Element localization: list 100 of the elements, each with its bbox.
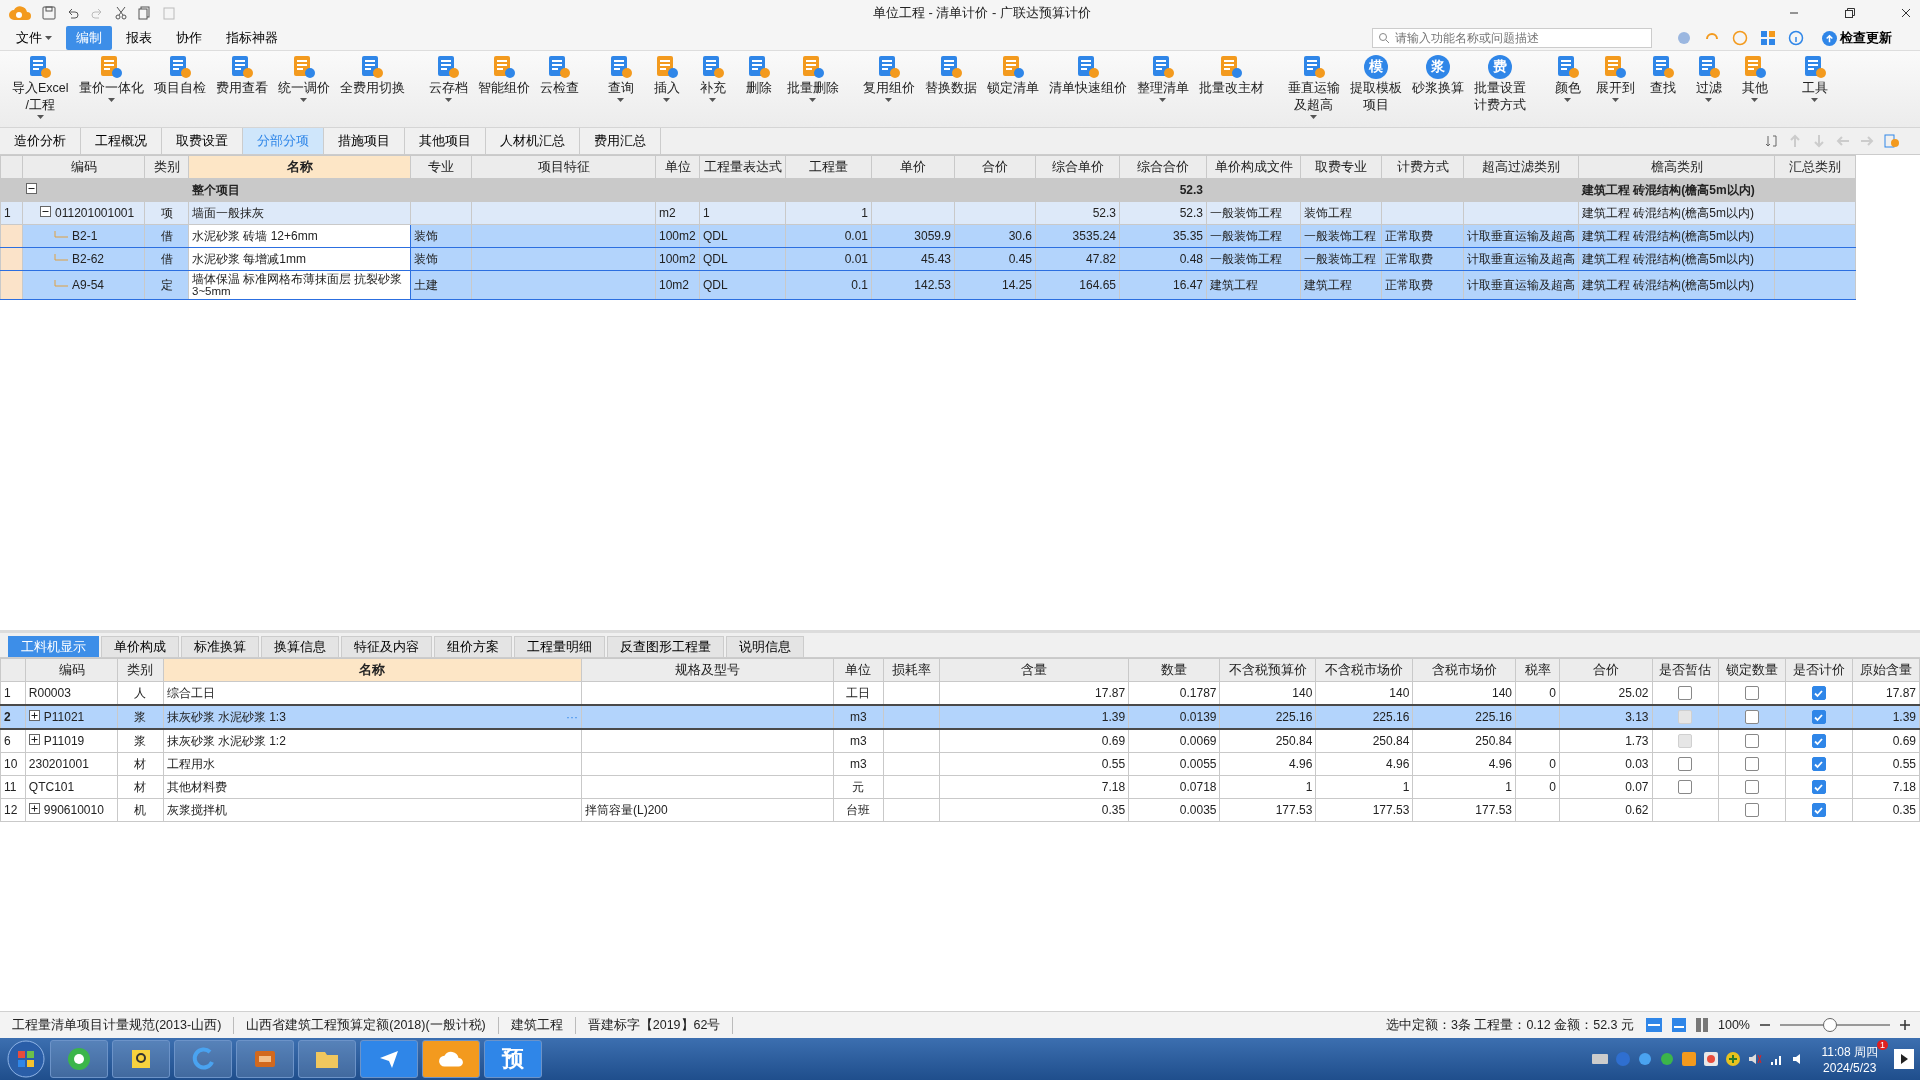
checkbox[interactable]	[1678, 780, 1693, 795]
column-header[interactable]: 工程量表达式	[699, 155, 786, 179]
column-header[interactable]: 税率	[1515, 658, 1560, 682]
tree-label[interactable]: B2-1	[72, 229, 98, 243]
toolbar-button[interactable]: 量价一体化	[74, 55, 148, 102]
checkbox[interactable]	[1811, 710, 1826, 725]
column-header[interactable]: 工程量	[785, 155, 872, 179]
column-header[interactable]: 类别	[117, 658, 163, 682]
taskbar-app[interactable]	[360, 1040, 418, 1078]
tab[interactable]: 标准换算	[181, 636, 259, 657]
checkbox[interactable]	[1744, 734, 1759, 749]
toolbar-button[interactable]: 查询	[598, 55, 643, 102]
tab[interactable]: 换算信息	[261, 636, 339, 657]
toolbar-button[interactable]: 其他	[1732, 55, 1777, 102]
column-header[interactable]: 取费专业	[1300, 155, 1382, 179]
menu-item[interactable]: 报表	[116, 26, 162, 50]
tree-label[interactable]: B2-62	[72, 252, 105, 266]
column-header[interactable]: 名称	[163, 658, 582, 682]
settings-icon[interactable]	[1884, 133, 1900, 149]
toolbar-button[interactable]: 全费用切换	[335, 55, 409, 96]
toolbar-button[interactable]: 补充	[690, 55, 735, 102]
speaker-icon[interactable]	[1747, 1052, 1762, 1066]
column-header[interactable]: 单位	[655, 155, 700, 179]
column-header[interactable]: 计费方式	[1381, 155, 1464, 179]
toolbar-button[interactable]: 展开到	[1591, 55, 1639, 102]
column-header[interactable]: 编码	[22, 155, 145, 179]
keyboard-icon[interactable]	[1591, 1053, 1608, 1065]
copy-icon[interactable]	[138, 6, 152, 20]
toolbar-button[interactable]: 云检查	[535, 55, 583, 96]
restore-icon[interactable]	[1844, 7, 1856, 19]
taskbar-app[interactable]	[50, 1040, 108, 1078]
column-header[interactable]: 合价	[1559, 658, 1652, 682]
expand-icon[interactable]	[28, 803, 40, 814]
taskbar-app[interactable]: 预	[484, 1040, 542, 1078]
checkbox[interactable]	[1678, 757, 1693, 772]
toolbar-button[interactable]: 费用查看	[211, 55, 272, 96]
grid-icon[interactable]	[1760, 30, 1776, 46]
collapse-icon[interactable]	[40, 206, 51, 217]
toolbar-button[interactable]: 删除	[736, 55, 781, 96]
taskbar-app[interactable]	[422, 1040, 480, 1078]
column-header[interactable]: 合价	[954, 155, 1036, 179]
toolbar-button[interactable]: 查找	[1640, 55, 1685, 96]
tab[interactable]: 费用汇总	[580, 128, 661, 154]
zoom-in-icon[interactable]	[1900, 1020, 1910, 1030]
column-header[interactable]: 是否暂估	[1652, 658, 1719, 682]
toolbar-button[interactable]: 批量删除	[782, 55, 843, 102]
toolbar-button[interactable]: 浆 砂浆换算	[1407, 55, 1468, 96]
toolbar-button[interactable]: 垂直运输 及超高	[1283, 55, 1344, 119]
tab[interactable]: 工程量明细	[514, 636, 605, 657]
tab[interactable]: 反查图形工程量	[607, 636, 724, 657]
toolbar-button[interactable]: 项目自检	[149, 55, 210, 96]
toolbar-button[interactable]: 费 批量设置 计费方式	[1469, 55, 1530, 113]
tab[interactable]: 人材机汇总	[486, 128, 580, 154]
column-header[interactable]: 规格及型号	[581, 658, 834, 682]
checkbox[interactable]	[1811, 734, 1826, 749]
column-header[interactable]: 单价	[871, 155, 955, 179]
toolbar-button[interactable]: 替换数据	[920, 55, 981, 96]
toolbar-button[interactable]: 导入Excel /工程	[8, 55, 73, 119]
show-desktop-icon[interactable]	[1894, 1049, 1914, 1069]
cut-icon[interactable]	[114, 6, 128, 20]
tab[interactable]: 工程概况	[81, 128, 162, 154]
info-icon[interactable]	[1788, 30, 1804, 46]
menu-item[interactable]: 协作	[166, 26, 212, 50]
toolbar-button[interactable]: 批量改主材	[1194, 55, 1268, 96]
column-header[interactable]: 是否计价	[1785, 658, 1853, 682]
expand-icon[interactable]	[28, 710, 40, 721]
column-header[interactable]: 超高过滤类别	[1463, 155, 1579, 179]
undo-icon[interactable]	[66, 6, 80, 20]
column-header[interactable]: 单价构成文件	[1206, 155, 1301, 179]
checkbox[interactable]	[1744, 686, 1759, 701]
tab[interactable]: 造价分析	[0, 128, 81, 154]
column-header[interactable]: 单位	[833, 658, 884, 682]
checkbox[interactable]	[1744, 803, 1759, 818]
column-header[interactable]: 损耗率	[883, 658, 940, 682]
save-icon[interactable]	[42, 6, 56, 20]
tab[interactable]: 说明信息	[726, 636, 804, 657]
checkbox[interactable]	[1744, 780, 1759, 795]
sort-icon[interactable]	[1764, 134, 1778, 148]
toolbar-button[interactable]: 复用组价	[858, 55, 919, 102]
toolbar-button[interactable]: 过滤	[1686, 55, 1731, 102]
list-view-icon[interactable]	[1672, 1018, 1686, 1032]
toolbar-button[interactable]: 锁定清单	[982, 55, 1043, 96]
column-header[interactable]: 檐高类别	[1578, 155, 1775, 179]
toolbar-button[interactable]: 工具	[1792, 55, 1837, 102]
taskbar-app[interactable]	[298, 1040, 356, 1078]
plus-icon[interactable]	[1725, 1052, 1740, 1066]
checkbox[interactable]	[1811, 686, 1826, 701]
tab[interactable]: 措施项目	[324, 128, 405, 154]
zoom-slider-thumb[interactable]	[1822, 1018, 1837, 1032]
close-icon[interactable]	[1900, 7, 1912, 19]
checkbox[interactable]	[1744, 710, 1759, 725]
collapse-icon[interactable]	[26, 183, 37, 194]
checkbox[interactable]	[1678, 686, 1693, 701]
search-field[interactable]: 请输入功能名称或问题描述	[1372, 28, 1652, 48]
column-header[interactable]: 含税市场价	[1412, 658, 1516, 682]
columns-icon[interactable]	[1696, 1018, 1708, 1032]
menu-item[interactable]: 文件	[6, 26, 62, 50]
toolbar-button[interactable]: 云存档	[424, 55, 472, 102]
toolbar-button[interactable]: 颜色	[1545, 55, 1590, 102]
checkbox[interactable]	[1811, 757, 1826, 772]
